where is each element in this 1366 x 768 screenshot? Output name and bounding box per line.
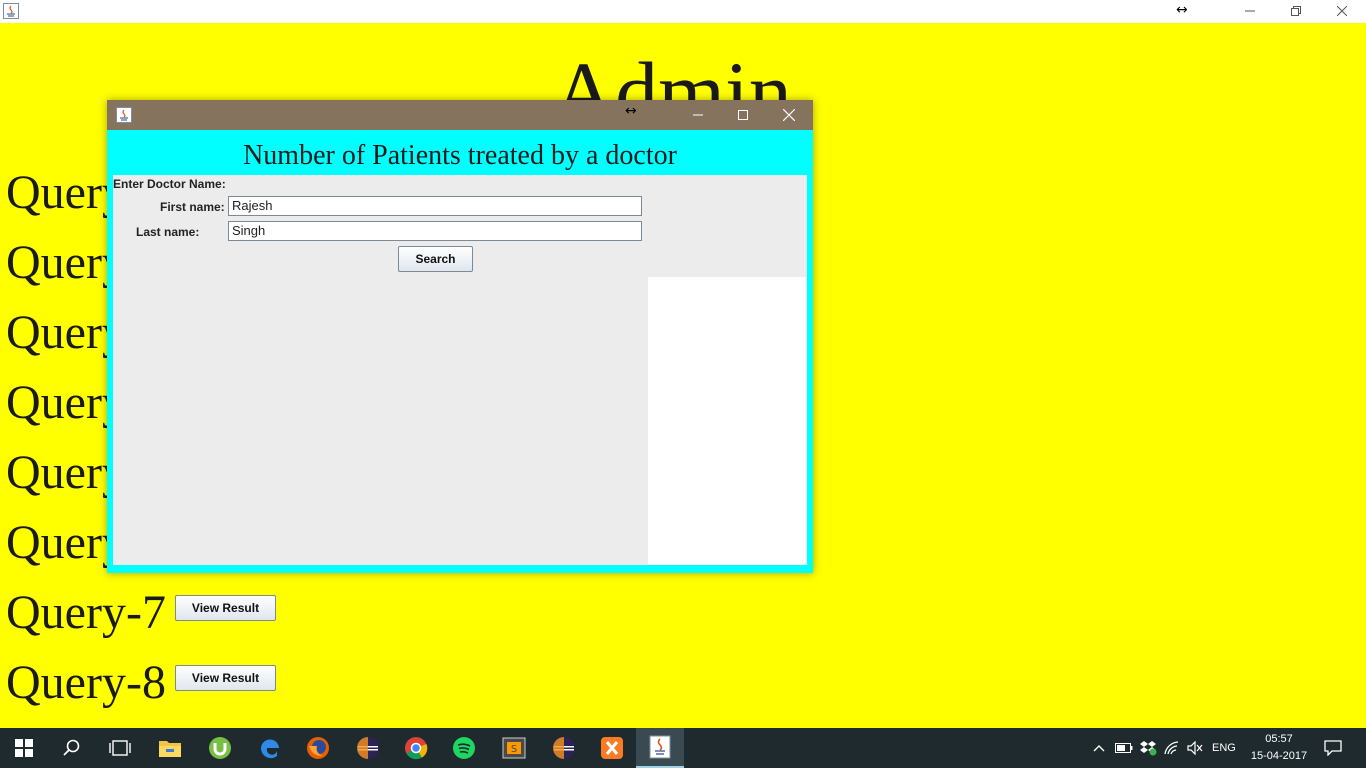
svg-text:S: S [511,744,517,755]
task-view-button[interactable] [96,728,144,768]
dropbox-icon [1140,741,1157,756]
taskbar-app-file-explorer[interactable] [146,728,194,768]
java-app-icon [3,3,19,19]
show-hidden-icons-button[interactable] [1090,728,1108,768]
restore-button[interactable] [1273,0,1319,22]
xampp-icon [601,737,623,759]
first-name-input[interactable]: Rajesh [228,196,642,216]
taskbar-app-eclipse-2[interactable] [540,728,588,768]
notification-icon [1324,740,1342,756]
dialog-maximize-button[interactable] [720,100,766,130]
windows-start-icon [15,739,33,757]
edge-icon [260,739,279,759]
last-name-label: Last name: [136,225,200,239]
taskbar-app-edge[interactable] [246,728,294,768]
query-label: Query-8 [6,656,166,709]
clock-time[interactable]: 05:57 [1250,732,1308,746]
utorrent-icon [209,737,231,759]
chrome-icon [405,737,428,760]
java-icon [649,735,671,759]
volume-tray-button[interactable] [1185,728,1205,768]
input-language-indicator[interactable]: ENG [1212,728,1236,768]
minimize-icon [1245,10,1255,12]
taskbar-app-java[interactable] [636,728,684,768]
taskbar-app-firefox[interactable] [294,728,342,768]
close-icon [1337,6,1347,16]
first-name-label: First name: [160,200,225,214]
view-result-button[interactable]: View Result [175,595,276,621]
action-center-button[interactable] [1318,728,1348,768]
clock-date[interactable]: 15-04-2017 [1248,749,1310,763]
maximize-icon [738,110,748,120]
eclipse-icon [357,737,379,759]
restore-icon [1291,6,1301,16]
taskbar-app-sublime-text[interactable]: S [490,728,538,768]
enter-doctor-name-label: Enter Doctor Name: [113,177,226,191]
taskbar-app-xampp[interactable] [588,728,636,768]
task-view-icon [109,740,131,756]
dialog-minimize-button[interactable] [675,100,721,130]
patients-dialog: ↔ Number of Patients treated by a doctor… [107,100,813,573]
taskbar-app-eclipse[interactable] [344,728,392,768]
resize-cursor-icon: ↔ [1176,2,1188,18]
firefox-icon [307,737,329,759]
result-area [648,277,807,565]
resize-cursor-icon: ↔ [625,103,637,119]
search-button[interactable]: Search [398,246,473,272]
wifi-tray-button[interactable] [1162,728,1182,768]
dialog-close-button[interactable] [766,100,812,130]
wifi-icon [1164,741,1179,755]
file-explorer-icon [159,741,181,757]
minimize-button[interactable] [1227,0,1273,22]
taskbar-app-spotify[interactable] [440,728,488,768]
sublime-text-icon: S [502,737,526,759]
eclipse-icon [553,737,575,759]
last-name-input[interactable]: Singh [228,221,642,241]
minimize-icon [693,114,703,116]
java-app-icon [116,107,132,123]
dialog-titlebar[interactable]: ↔ [107,100,813,130]
start-button[interactable] [0,728,48,768]
dialog-heading: Number of Patients treated by a doctor [243,140,677,171]
battery-tray-button[interactable] [1114,728,1134,768]
chevron-up-icon [1093,745,1105,752]
search-icon [63,739,80,756]
volume-muted-icon [1187,741,1203,755]
battery-icon [1115,743,1133,753]
close-button[interactable] [1319,0,1365,22]
search-button[interactable] [48,728,96,768]
taskbar: S ENG 05:57 15-04-2017 [0,728,1366,768]
close-icon [783,109,795,121]
form-panel: Enter Doctor Name: First name: Rajesh La… [113,175,807,565]
view-result-button[interactable]: View Result [175,665,276,691]
taskbar-app-utorrent[interactable] [196,728,244,768]
dropbox-tray-button[interactable] [1138,728,1158,768]
taskbar-app-chrome[interactable] [392,728,440,768]
main-window-titlebar[interactable]: ↔ [0,0,1366,23]
spotify-icon [453,737,475,759]
query-label: Query-7 [6,586,166,639]
